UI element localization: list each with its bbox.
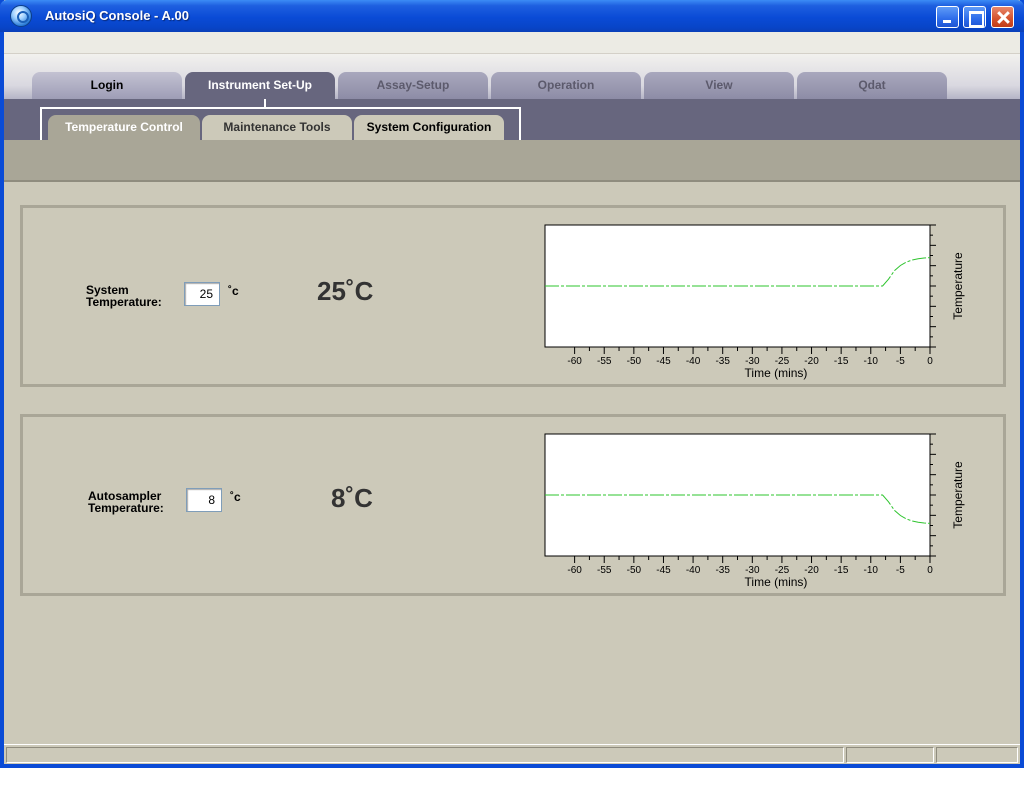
x-tick-label: -50 <box>627 356 642 367</box>
tab-view[interactable]: View <box>644 72 794 99</box>
x-tick-label: -40 <box>686 356 701 367</box>
main-tab-bar: Login Instrument Set-Up Assay-Setup Oper… <box>4 54 1020 99</box>
tab-assay-setup[interactable]: Assay-Setup <box>338 72 488 99</box>
x-tick-label: -10 <box>864 565 879 576</box>
y-axis-label: Temperature <box>951 461 965 529</box>
autosampler-temperature-label: Autosampler Temperature: <box>88 490 164 514</box>
x-tick-label: -35 <box>715 565 730 576</box>
close-button[interactable] <box>991 6 1014 28</box>
title-bar[interactable]: AutosiQ Console - A.00 <box>0 0 1024 32</box>
x-tick-label: -45 <box>656 565 671 576</box>
subtab-bracket-stem <box>264 99 266 107</box>
x-axis-label: Time (mins) <box>745 366 808 380</box>
x-tick-label: -15 <box>834 356 849 367</box>
status-bar <box>4 744 1020 764</box>
autosampler-temperature-panel: Autosampler Temperature: 8 ˚c 8˚C -60 -55… <box>20 414 1006 596</box>
x-tick-label: -5 <box>896 565 905 576</box>
x-tick-label: -40 <box>686 565 701 576</box>
x-tick-label: 0 <box>927 356 933 367</box>
autosampler-temperature-reading: 8˚C <box>331 483 373 513</box>
autosampler-label-line2: Temperature: <box>88 501 164 515</box>
x-tick-label: -60 <box>567 356 582 367</box>
autosampler-temperature-chart: -60 -55 -50 -45 -40 -35 -30 -25 -20 -15 -10 -5 0Time… <box>544 433 965 589</box>
status-cell-2 <box>846 747 934 763</box>
x-axis-label: Time (mins) <box>745 575 808 589</box>
system-temperature-reading: 25˚C <box>317 276 374 306</box>
system-unit-label: ˚c <box>228 284 239 298</box>
system-temperature-label: System Temperature: <box>86 284 162 308</box>
tab-operation[interactable]: Operation <box>491 72 641 99</box>
app-window: AutosiQ Console - A.00 Login Instrument … <box>0 0 1024 768</box>
x-tick-label: -10 <box>864 356 879 367</box>
x-tick-label: -60 <box>567 565 582 576</box>
app-logo-icon <box>10 5 32 27</box>
tab-qdat[interactable]: Qdat <box>797 72 947 99</box>
tab-login[interactable]: Login <box>32 72 182 99</box>
status-cell-3 <box>936 747 1018 763</box>
tab-system-configuration[interactable]: System Configuration <box>354 115 504 140</box>
maximize-button[interactable] <box>963 6 986 28</box>
system-temperature-chart: -60 -55 -50 -45 -40 -35 -30 -25 -20 -15 -10 -5 0Time… <box>544 224 965 380</box>
tab-maintenance-tools[interactable]: Maintenance Tools <box>202 115 352 140</box>
tool-band <box>4 140 1020 182</box>
x-tick-label: -15 <box>834 565 849 576</box>
x-tick-label: -50 <box>627 565 642 576</box>
x-tick-label: -55 <box>597 356 612 367</box>
x-tick-label: -5 <box>896 356 905 367</box>
minimize-button[interactable] <box>936 6 959 28</box>
window-title: AutosiQ Console - A.00 <box>45 8 189 23</box>
x-tick-label: -55 <box>597 565 612 576</box>
x-tick-label: 0 <box>927 565 933 576</box>
system-label-line2: Temperature: <box>86 295 162 309</box>
tab-instrument-setup[interactable]: Instrument Set-Up <box>185 72 335 99</box>
sub-tab-bar: Temperature Control Maintenance Tools Sy… <box>4 99 1020 140</box>
y-axis-label: Temperature <box>951 252 965 320</box>
system-temperature-input[interactable]: 25 <box>184 282 220 306</box>
x-tick-label: -35 <box>715 356 730 367</box>
menu-strip <box>4 32 1020 54</box>
autosampler-unit-label: ˚c <box>230 490 241 504</box>
x-tick-label: -45 <box>656 356 671 367</box>
status-cell-main <box>6 747 844 763</box>
system-temperature-panel: System Temperature: 25 ˚c 25˚C -60 -55 -50… <box>20 205 1006 387</box>
tab-temperature-control[interactable]: Temperature Control <box>48 115 200 140</box>
autosampler-temperature-input[interactable]: 8 <box>186 488 222 512</box>
